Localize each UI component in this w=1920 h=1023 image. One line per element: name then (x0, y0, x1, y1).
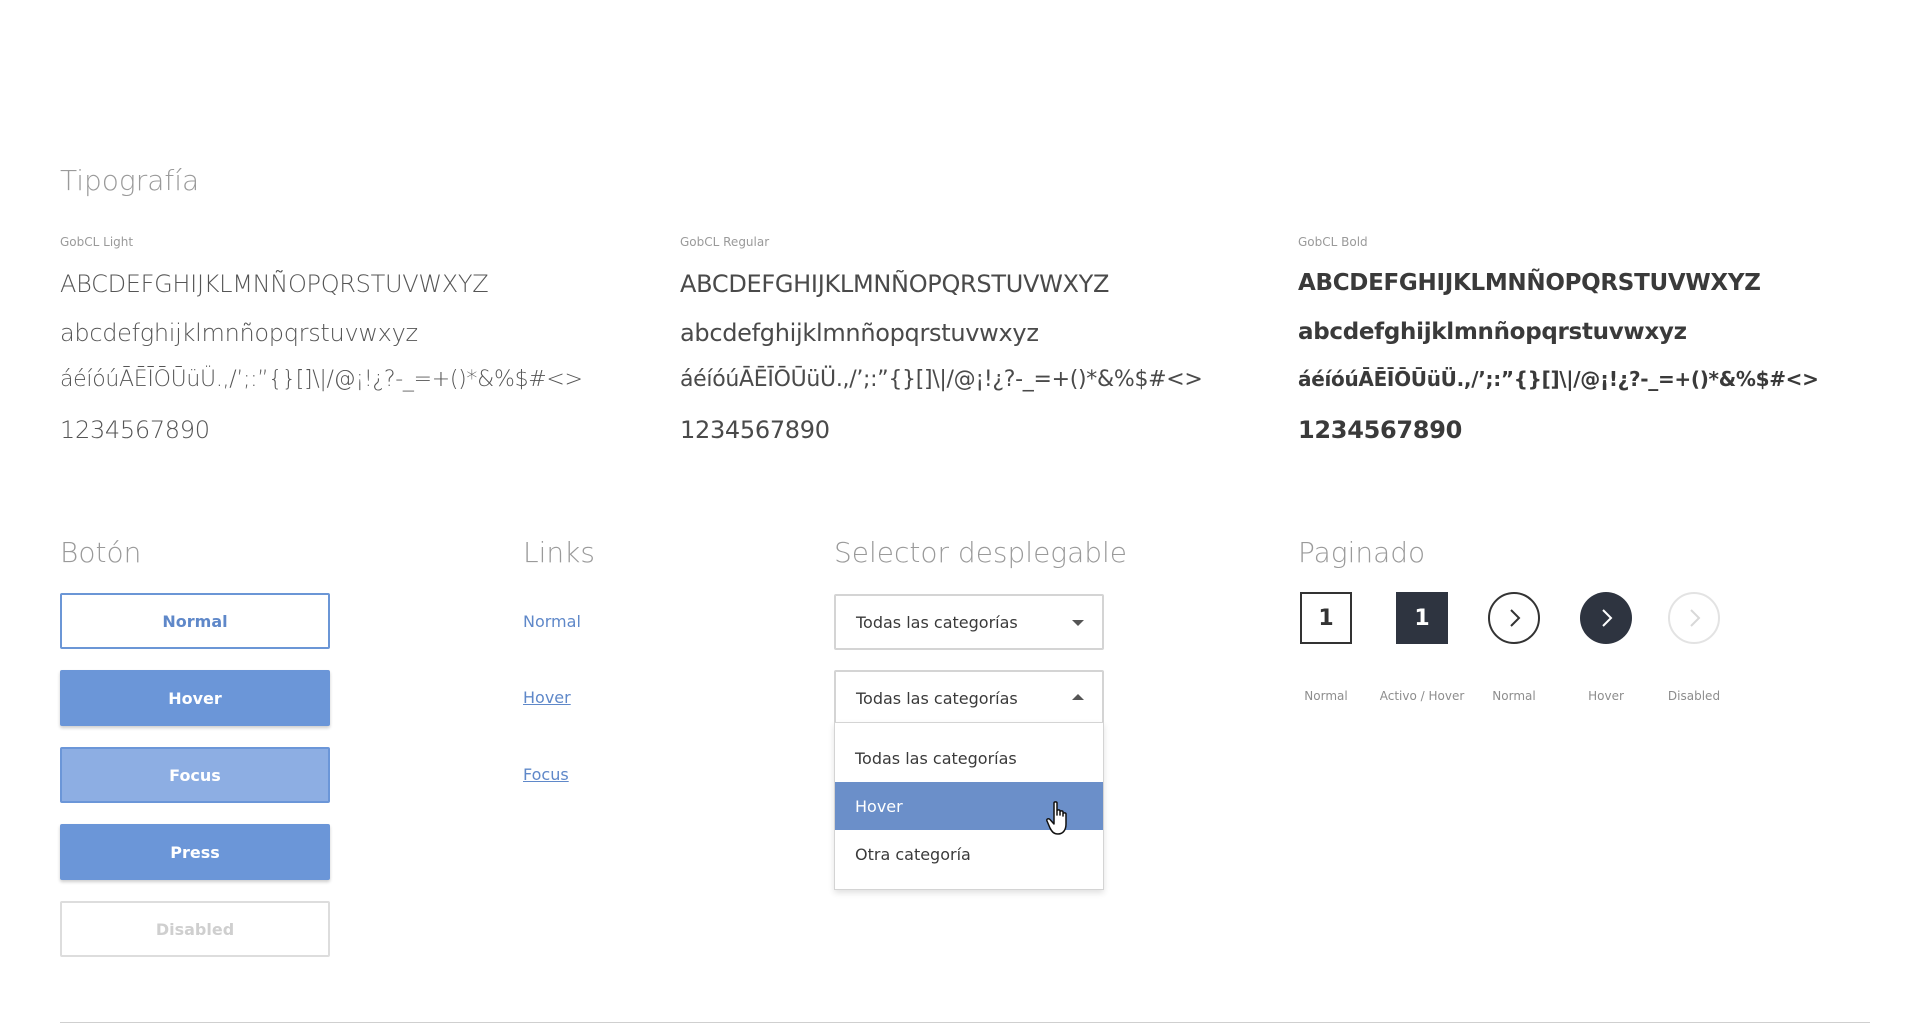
sample-symbols-regular: áéíóúĀĒĪŌŪüÜ.,/’;:”{}[]\|/@¡!¿?-_=+()*&%… (680, 367, 1203, 392)
button-press[interactable]: Press (60, 824, 330, 880)
sample-lowercase-regular: abcdefghijklmnñopqrstuvwxyz (680, 319, 1039, 347)
page-button-normal[interactable]: 1 (1300, 592, 1352, 644)
chevron-right-icon (1690, 609, 1701, 627)
sample-uppercase-light: ABCDEFGHIJKLMNÑOPQRSTUVWXYZ (60, 270, 489, 298)
link-hover[interactable]: Hover (523, 688, 571, 707)
sample-uppercase-bold: ABCDEFGHIJKLMNÑOPQRSTUVWXYZ (1298, 270, 1761, 296)
next-page-button-hover[interactable] (1580, 592, 1632, 644)
font-name-light: GobCL Light (60, 235, 134, 249)
pagination-label: Normal (1304, 689, 1348, 703)
link-normal[interactable]: Normal (523, 612, 581, 631)
pagination-label: Disabled (1667, 689, 1721, 703)
page-button-active[interactable]: 1 (1396, 592, 1448, 644)
sample-lowercase-light: abcdefghijklmnñopqrstuvwxyz (60, 319, 418, 347)
buttons-title: Botón (60, 536, 142, 569)
hand-cursor-icon (1046, 801, 1067, 835)
font-name-bold: GobCL Bold (1298, 235, 1368, 249)
select-open[interactable]: Todas las categorías (834, 670, 1104, 726)
chevron-right-icon (1510, 609, 1521, 627)
next-page-button-normal[interactable] (1488, 592, 1540, 644)
typography-title: Tipografía (60, 164, 200, 197)
sample-lowercase-bold: abcdefghijklmnñopqrstuvwxyz (1298, 319, 1687, 345)
button-disabled: Disabled (60, 901, 330, 957)
next-page-button-disabled (1668, 592, 1720, 644)
button-normal[interactable]: Normal (60, 593, 330, 649)
pagination-title: Paginado (1298, 536, 1426, 569)
sample-symbols-light: áéíóúĀĒĪŌŪüÜ.,/’;:”{}[]\|/@¡!¿?-_=+()*&%… (60, 367, 583, 392)
selector-title: Selector desplegable (834, 536, 1128, 569)
select-option[interactable]: Todas las categorías (835, 734, 1103, 782)
sample-digits-regular: 1234567890 (680, 416, 830, 444)
sample-digits-bold: 1234567890 (1298, 416, 1462, 444)
chevron-right-icon (1602, 609, 1613, 627)
button-hover[interactable]: Hover (60, 670, 330, 726)
select-closed[interactable]: Todas las categorías (834, 594, 1104, 650)
pagination-label: Activo / Hover (1379, 689, 1465, 703)
chevron-down-icon (1072, 620, 1084, 626)
sample-uppercase-regular: ABCDEFGHIJKLMNÑOPQRSTUVWXYZ (680, 270, 1110, 298)
font-name-regular: GobCL Regular (680, 235, 770, 249)
sample-symbols-bold: áéíóúĀĒĪŌŪüÜ.,/’;:”{}[]\|/@¡!¿?-_=+()*&%… (1298, 367, 1819, 391)
pagination-label: Hover (1588, 689, 1624, 703)
select-open-value: Todas las categorías (856, 688, 1018, 708)
button-focus[interactable]: Focus (60, 747, 330, 803)
pagination-label: Normal (1492, 689, 1536, 703)
sample-digits-light: 1234567890 (60, 416, 210, 444)
link-focus[interactable]: Focus (523, 765, 569, 784)
chevron-up-icon (1072, 694, 1084, 700)
select-closed-value: Todas las categorías (856, 612, 1018, 632)
links-title: Links (523, 536, 595, 569)
